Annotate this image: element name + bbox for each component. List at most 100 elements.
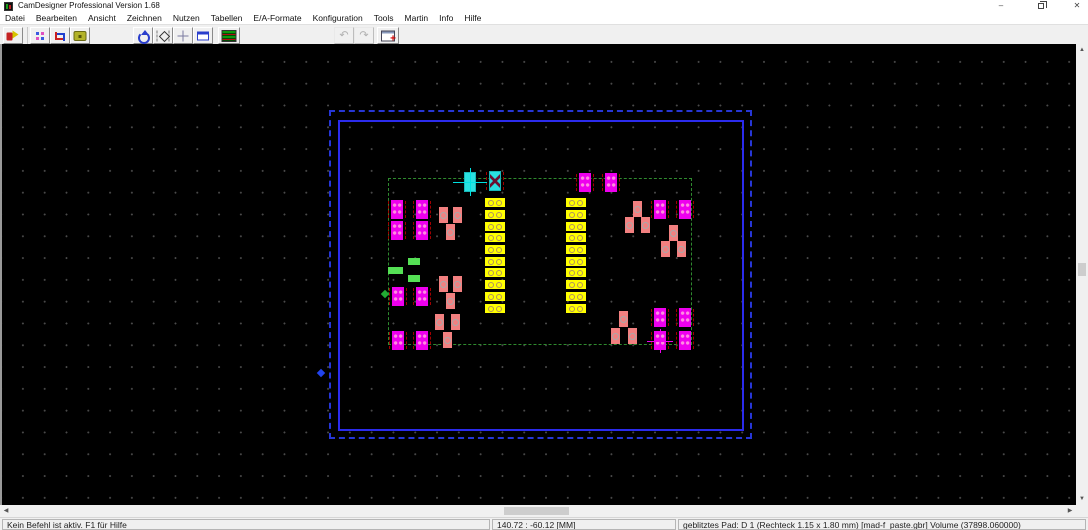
maximize-button[interactable]	[1026, 0, 1056, 12]
pad-yellow[interactable]	[485, 245, 505, 254]
pad-salmon[interactable]	[443, 332, 452, 348]
scroll-down-icon[interactable]: ▼	[1076, 493, 1088, 505]
pad-yellow[interactable]	[485, 292, 505, 301]
pad-magenta[interactable]	[416, 200, 428, 219]
pad-green[interactable]	[388, 267, 403, 274]
pad-yellow[interactable]	[485, 257, 505, 266]
menu-item-konfiguration[interactable]: Konfiguration	[313, 13, 363, 23]
fill-view-button[interactable]	[70, 27, 90, 44]
pad-salmon[interactable]	[453, 276, 462, 292]
new-window-button[interactable]	[377, 27, 399, 44]
layers-button[interactable]	[218, 27, 240, 44]
menu-item-tabellen[interactable]: Tabellen	[211, 13, 243, 23]
pad-yellow[interactable]	[485, 268, 505, 277]
menu-item-bearbeiten[interactable]: Bearbeiten	[36, 13, 77, 23]
pad-magenta[interactable]	[416, 287, 428, 306]
pad-yellow[interactable]	[566, 304, 586, 313]
pad-yellow[interactable]	[485, 210, 505, 219]
pad-yellow[interactable]	[566, 245, 586, 254]
pad-cyan[interactable]	[489, 171, 501, 191]
horizontal-scrollbar[interactable]: ◀ ▶	[0, 505, 1076, 517]
pad-salmon[interactable]	[439, 276, 448, 292]
pad-green[interactable]	[408, 258, 420, 265]
pad-green[interactable]	[408, 275, 420, 282]
scroll-right-icon[interactable]: ▶	[1064, 505, 1076, 517]
menu-item-datei[interactable]: Datei	[5, 13, 25, 23]
vertical-scrollbar[interactable]: ▲ ▼	[1076, 44, 1088, 505]
pad-magenta[interactable]	[579, 173, 591, 192]
pad-yellow[interactable]	[485, 233, 505, 242]
pad-salmon[interactable]	[446, 224, 455, 240]
blue-diamond-marker	[317, 369, 325, 377]
pad-salmon[interactable]	[628, 328, 637, 344]
menu-item-zeichnen[interactable]: Zeichnen	[127, 13, 162, 23]
move-button[interactable]	[173, 27, 193, 44]
pads-view-button[interactable]	[30, 27, 50, 44]
pad-yellow[interactable]	[566, 257, 586, 266]
pad-magenta[interactable]	[416, 221, 428, 240]
pad-salmon[interactable]	[625, 217, 634, 233]
pad-magenta[interactable]	[654, 200, 666, 219]
pad-salmon[interactable]	[453, 207, 462, 223]
pad-yellow[interactable]	[566, 280, 586, 289]
pad-salmon[interactable]	[611, 328, 620, 344]
minimize-button[interactable]: –	[986, 0, 1016, 12]
pad-yellow[interactable]	[485, 198, 505, 207]
rotate-button[interactable]	[133, 27, 153, 44]
menu-item-tools[interactable]: Tools	[374, 13, 394, 23]
panel-button[interactable]	[193, 27, 213, 44]
undo-icon: ↶	[339, 30, 348, 41]
pad-salmon[interactable]	[439, 207, 448, 223]
pad-salmon[interactable]	[669, 225, 678, 241]
menu-item-info[interactable]: Info	[439, 13, 453, 23]
pad-magenta[interactable]	[605, 173, 617, 192]
pad-salmon[interactable]	[619, 311, 628, 327]
pad-salmon[interactable]	[435, 314, 444, 330]
menu-bar: Datei Bearbeiten Ansicht Zeichnen Nutzen Tabe…	[0, 12, 1088, 24]
menu-item-ansicht[interactable]: Ansicht	[88, 13, 116, 23]
pad-yellow[interactable]	[566, 292, 586, 301]
pad-magenta[interactable]	[392, 331, 404, 350]
paste-layer-extent-dashed	[388, 178, 692, 345]
pad-salmon[interactable]	[641, 217, 650, 233]
pad-yellow[interactable]	[485, 304, 505, 313]
pad-salmon[interactable]	[446, 293, 455, 309]
pad-magenta[interactable]	[416, 331, 428, 350]
pad-magenta[interactable]	[391, 221, 403, 240]
pad-magenta[interactable]	[392, 287, 404, 306]
pad-salmon[interactable]	[633, 201, 642, 217]
menu-item-eaformate[interactable]: E/A-Formate	[253, 13, 301, 23]
status-bar: Kein Befehl ist aktiv. F1 für Hilfe 140.…	[0, 517, 1088, 530]
scroll-left-icon[interactable]: ◀	[0, 505, 12, 517]
pad-magenta[interactable]	[679, 200, 691, 219]
pad-yellow[interactable]	[566, 268, 586, 277]
exit-button[interactable]	[3, 27, 23, 44]
scroll-up-icon[interactable]: ▲	[1076, 44, 1088, 56]
pad-yellow[interactable]	[566, 233, 586, 242]
menu-item-nutzen[interactable]: Nutzen	[173, 13, 200, 23]
menu-item-hilfe[interactable]: Hilfe	[464, 13, 481, 23]
title-bar: CamDesigner Professional Version 1.68 – …	[0, 0, 1088, 12]
horizontal-scroll-thumb[interactable]	[504, 507, 569, 515]
pcb-canvas[interactable]	[0, 44, 1076, 505]
pad-yellow[interactable]	[566, 198, 586, 207]
close-button[interactable]: ✕	[1062, 0, 1088, 12]
traces-view-button[interactable]	[50, 27, 70, 44]
pad-salmon[interactable]	[451, 314, 460, 330]
redo-button[interactable]: ↷	[354, 27, 374, 44]
pad-magenta[interactable]	[391, 200, 403, 219]
pad-yellow[interactable]	[566, 222, 586, 231]
aperture-select-button[interactable]	[153, 27, 173, 44]
pad-yellow[interactable]	[485, 280, 505, 289]
pad-magenta[interactable]	[679, 331, 691, 350]
pad-yellow[interactable]	[566, 210, 586, 219]
pad-magenta[interactable]	[679, 308, 691, 327]
undo-button[interactable]: ↶	[334, 27, 354, 44]
new-window-icon	[381, 30, 395, 41]
menu-item-martin[interactable]: Martin	[405, 13, 429, 23]
pad-magenta[interactable]	[654, 308, 666, 327]
vertical-scroll-thumb[interactable]	[1078, 263, 1086, 276]
pad-salmon[interactable]	[661, 241, 670, 257]
pad-yellow[interactable]	[485, 222, 505, 231]
pad-salmon[interactable]	[677, 241, 686, 257]
